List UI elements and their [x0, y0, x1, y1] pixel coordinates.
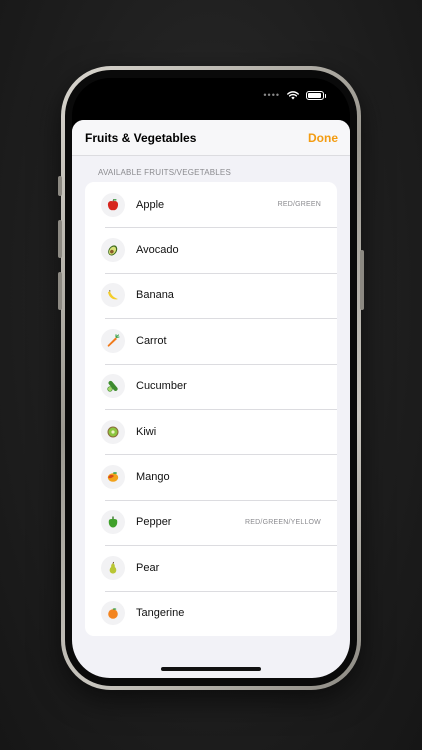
phone-screen: •••• Fruits & Vegetables Done AVAILABLE … — [72, 78, 350, 678]
list-item-pear[interactable]: Pear — [85, 545, 337, 590]
dynamic-island — [173, 89, 249, 111]
item-detail: RED/GREEN/YELLOW — [245, 518, 321, 526]
banana-icon — [101, 283, 125, 308]
volume-down-button — [58, 272, 62, 310]
signal-icon: •••• — [263, 90, 280, 100]
list-item-banana[interactable]: Banana — [85, 272, 337, 318]
item-detail: RED/GREEN — [277, 201, 321, 209]
list-item-kiwi[interactable]: Kiwi — [85, 408, 337, 454]
carrot-icon — [101, 328, 125, 353]
item-label: Cucumber — [136, 380, 187, 393]
action-button — [58, 176, 62, 196]
pepper-icon — [101, 510, 125, 535]
item-label: Banana — [136, 289, 174, 302]
page-title: Fruits & Vegetables — [85, 130, 197, 145]
volume-up-button — [58, 220, 62, 258]
apple-icon — [101, 192, 125, 217]
list-item-tangerine[interactable]: Tangerine — [85, 590, 337, 636]
section-header: AVAILABLE FRUITS/VEGETABLES — [98, 168, 231, 177]
home-indicator[interactable] — [161, 667, 261, 671]
mango-icon — [101, 465, 125, 490]
list-item-pepper[interactable]: Pepper RED/GREEN/YELLOW — [85, 499, 337, 545]
item-label: Apple — [136, 198, 165, 211]
list-item-cucumber[interactable]: Cucumber — [85, 363, 337, 409]
fruit-list: Apple RED/GREEN Avocado Banana Carrot Cu… — [85, 182, 337, 636]
cucumber-icon — [101, 374, 125, 399]
list-item-avocado[interactable]: Avocado — [85, 227, 337, 272]
item-label: Pepper — [136, 516, 172, 529]
item-label: Carrot — [136, 334, 167, 347]
item-label: Tangerine — [136, 607, 185, 620]
item-label: Mango — [136, 471, 170, 484]
status-bar: •••• — [263, 90, 326, 100]
battery-icon — [306, 90, 326, 100]
item-label: Avocado — [136, 244, 179, 257]
item-label: Kiwi — [136, 425, 157, 438]
tangerine-icon — [101, 601, 125, 626]
list-item-apple[interactable]: Apple RED/GREEN — [85, 182, 337, 227]
kiwi-icon — [101, 419, 125, 444]
navigation-bar: Fruits & Vegetables Done — [72, 120, 350, 156]
modal-sheet: Fruits & Vegetables Done AVAILABLE FRUIT… — [72, 120, 350, 678]
pear-icon — [101, 555, 125, 580]
done-button[interactable]: Done — [308, 131, 338, 145]
list-item-mango[interactable]: Mango — [85, 454, 337, 499]
list-item-carrot[interactable]: Carrot — [85, 318, 337, 363]
avocado-icon — [101, 238, 125, 263]
wifi-icon — [287, 90, 299, 99]
item-label: Pear — [136, 561, 160, 574]
power-button — [360, 250, 364, 310]
